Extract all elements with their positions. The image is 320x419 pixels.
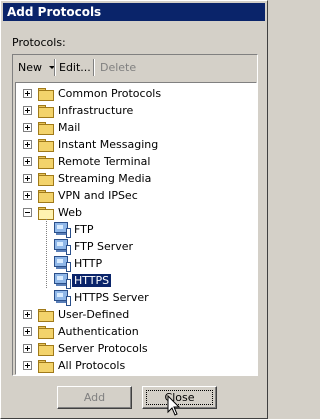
- folder-icon: [38, 190, 54, 203]
- plus-box-icon[interactable]: [23, 310, 32, 319]
- add-protocols-dialog: Add Protocols Protocols: New Edit... Del…: [0, 0, 268, 419]
- protocols-label: Protocols:: [12, 36, 66, 49]
- protocol-icon: [54, 256, 71, 272]
- folder-icon: [38, 88, 54, 101]
- folder-icon: [38, 156, 54, 169]
- tree-item-label: Common Protocols: [58, 87, 162, 100]
- tree-item-label: Infrastructure: [58, 104, 134, 117]
- delete-button[interactable]: Delete: [100, 61, 136, 74]
- tree-item-ftp[interactable]: FTP: [16, 221, 256, 238]
- folder-icon: [38, 360, 54, 373]
- title-bar: Add Protocols: [3, 3, 265, 21]
- folder-open-icon: [38, 207, 54, 220]
- tree-item-common-protocols[interactable]: Common Protocols: [16, 85, 256, 102]
- folder-icon: [38, 122, 54, 135]
- tree-item-label: Remote Terminal: [58, 155, 151, 168]
- toolbar-separator: [54, 59, 56, 76]
- plus-box-icon[interactable]: [23, 327, 32, 336]
- tree-item-label: HTTP: [74, 257, 103, 270]
- mouse-cursor-icon: [167, 395, 181, 416]
- plus-box-icon[interactable]: [23, 89, 32, 98]
- tree-item-https[interactable]: HTTPS: [16, 272, 256, 289]
- tree-item-label: FTP: [74, 223, 94, 236]
- tree-item-ftp-server[interactable]: FTP Server: [16, 238, 256, 255]
- window-title: Add Protocols: [7, 5, 102, 19]
- tree-item-remote-terminal[interactable]: Remote Terminal: [16, 153, 256, 170]
- plus-box-icon[interactable]: [23, 344, 32, 353]
- tree-item-streaming-media[interactable]: Streaming Media: [16, 170, 256, 187]
- toolbar: New Edit... Delete: [13, 55, 257, 81]
- tree-item-label: VPN and IPSec: [58, 189, 138, 202]
- tree-item-label: Mail: [58, 121, 81, 134]
- plus-box-icon[interactable]: [23, 140, 32, 149]
- tree-item-label: Server Protocols: [58, 342, 148, 355]
- folder-icon: [38, 343, 54, 356]
- tree-item-label: HTTPS Server: [74, 291, 149, 304]
- folder-icon: [38, 139, 54, 152]
- tree-item-label: Web: [58, 206, 82, 219]
- plus-box-icon[interactable]: [23, 361, 32, 370]
- plus-box-icon[interactable]: [23, 174, 32, 183]
- tree-item-label: HTTPS: [72, 274, 112, 287]
- folder-icon: [38, 309, 54, 322]
- tree-item-vpn-and-ipsec[interactable]: VPN and IPSec: [16, 187, 256, 204]
- edit-button[interactable]: Edit...: [59, 61, 91, 74]
- tree-item-web[interactable]: Web: [16, 204, 256, 221]
- tree-item-label: All Protocols: [58, 359, 126, 372]
- tree-item-label: Streaming Media: [58, 172, 152, 185]
- tree-item-https-server[interactable]: HTTPS Server: [16, 289, 256, 306]
- plus-box-icon[interactable]: [23, 191, 32, 200]
- toolbar-separator: [93, 59, 95, 76]
- protocols-panel: New Edit... Delete Common Protocols Infr…: [12, 54, 258, 376]
- plus-box-icon[interactable]: [23, 123, 32, 132]
- minus-box-icon[interactable]: [23, 208, 32, 217]
- tree-item-label: FTP Server: [74, 240, 134, 253]
- folder-icon: [38, 326, 54, 339]
- tree-item-server-protocols[interactable]: Server Protocols: [16, 340, 256, 357]
- tree-item-label: User-Defined: [58, 308, 130, 321]
- protocol-tree[interactable]: Common Protocols Infrastructure Mail Ins…: [15, 82, 257, 375]
- tree-item-authentication[interactable]: Authentication: [16, 323, 256, 340]
- tree-item-http[interactable]: HTTP: [16, 255, 256, 272]
- plus-box-icon[interactable]: [23, 106, 32, 115]
- add-button[interactable]: Add: [57, 386, 132, 409]
- folder-icon: [38, 173, 54, 186]
- plus-box-icon[interactable]: [23, 157, 32, 166]
- new-menu-button[interactable]: New: [18, 61, 42, 74]
- protocol-icon: [54, 273, 71, 289]
- tree-item-user-defined[interactable]: User-Defined: [16, 306, 256, 323]
- tree-item-label: Instant Messaging: [58, 138, 159, 151]
- tree-item-infrastructure[interactable]: Infrastructure: [16, 102, 256, 119]
- tree-item-all-protocols[interactable]: All Protocols: [16, 357, 256, 374]
- folder-icon: [38, 105, 54, 118]
- protocol-icon: [54, 239, 71, 255]
- tree-item-label: Authentication: [58, 325, 139, 338]
- protocol-icon: [54, 222, 71, 238]
- protocol-icon: [54, 290, 71, 306]
- tree-item-instant-messaging[interactable]: Instant Messaging: [16, 136, 256, 153]
- tree-item-mail[interactable]: Mail: [16, 119, 256, 136]
